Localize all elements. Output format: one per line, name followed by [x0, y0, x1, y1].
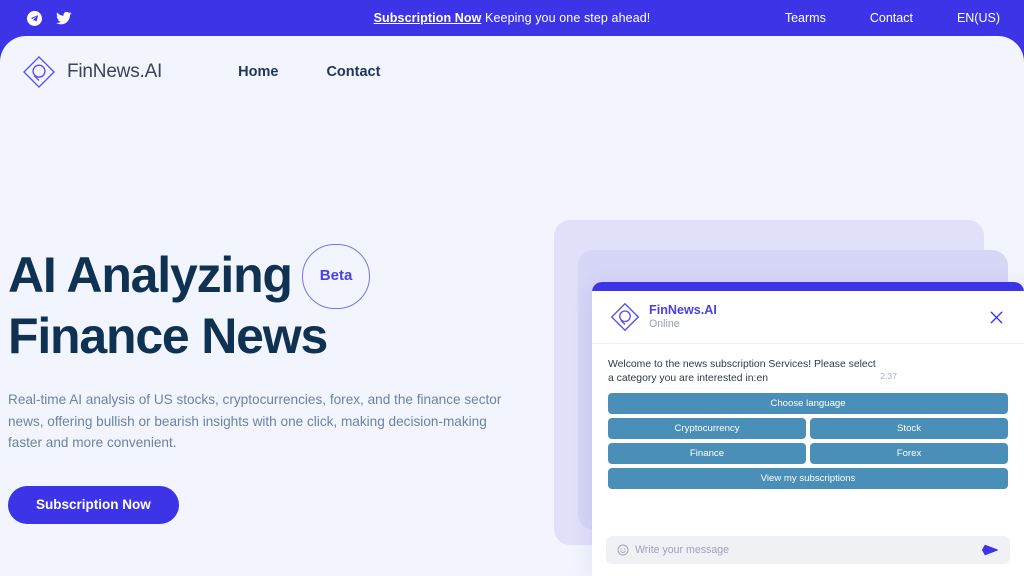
- emoji-icon[interactable]: [617, 544, 629, 556]
- quick-reply-buttons: Choose language Cryptocurrency Stock Fin…: [608, 393, 1008, 489]
- chat-header-info: FinNews.AI Online: [649, 303, 717, 332]
- chat-input-bar[interactable]: [606, 536, 1010, 564]
- twitter-icon[interactable]: [56, 10, 72, 26]
- beta-badge[interactable]: Beta: [301, 244, 371, 309]
- chat-agent-name: FinNews.AI: [649, 302, 717, 317]
- chat-footer: [592, 536, 1024, 576]
- topbar-link-contact[interactable]: Contact: [870, 11, 913, 25]
- telegram-icon[interactable]: [26, 10, 42, 26]
- nav-link-home[interactable]: Home: [238, 64, 278, 80]
- nav-links: Home Contact: [238, 64, 380, 80]
- announcement-bar-links: Tearms Contact EN(US): [785, 11, 1024, 25]
- send-icon[interactable]: [981, 543, 999, 557]
- quick-reply-row: View my subscriptions: [608, 468, 1008, 489]
- chat-logo-icon: [610, 302, 640, 332]
- hero-heading-line-1: AI Analyzing: [8, 247, 293, 303]
- hero-heading: AI Analyzing Beta Finance News: [8, 244, 528, 363]
- quick-reply-forex[interactable]: Forex: [810, 443, 1008, 464]
- chat-bot-message: Welcome to the news subscription Service…: [608, 359, 876, 384]
- hero-paragraph: Real-time AI analysis of US stocks, cryp…: [8, 392, 502, 450]
- site-navigation: FinNews.AI Home Contact: [0, 36, 1024, 108]
- quick-reply-view-my-subscriptions[interactable]: View my subscriptions: [608, 468, 1008, 489]
- quick-reply-finance[interactable]: Finance: [608, 443, 806, 464]
- chat-header: FinNews.AI Online: [592, 291, 1024, 344]
- finnews-diamond-logo-icon: [23, 56, 55, 88]
- quick-reply-row: Choose language: [608, 393, 1008, 414]
- chat-widget: FinNews.AI Online Welcome to the news su…: [592, 282, 1024, 576]
- quick-reply-row: Cryptocurrency Stock: [608, 418, 1008, 439]
- page-surface: FinNews.AI Home Contact AI Analyzing Beta…: [0, 36, 1024, 576]
- nav-link-contact[interactable]: Contact: [326, 64, 380, 80]
- quick-reply-cryptocurrency[interactable]: Cryptocurrency: [608, 418, 806, 439]
- chat-widget-stack: FinNews.AI Online Welcome to the news su…: [546, 212, 1024, 576]
- announcement-tagline: Keeping you one step ahead!: [481, 11, 651, 25]
- close-icon[interactable]: [986, 307, 1006, 327]
- topbar-link-terms[interactable]: Tearms: [785, 11, 826, 25]
- chat-accent-bar: [592, 282, 1024, 291]
- quick-reply-stock[interactable]: Stock: [810, 418, 1008, 439]
- quick-reply-choose-language[interactable]: Choose language: [608, 393, 1008, 414]
- announcement-bar: Subscription Now Keeping you one step ah…: [0, 0, 1024, 36]
- hero-section: AI Analyzing Beta Finance News Real-time …: [8, 244, 528, 524]
- chat-message-timestamp: 2:37: [880, 371, 897, 381]
- subscription-now-button[interactable]: Subscription Now: [8, 485, 179, 524]
- chat-message-input[interactable]: [635, 544, 975, 556]
- quick-reply-row: Finance Forex: [608, 443, 1008, 464]
- announcement-subscription-link[interactable]: Subscription Now: [374, 11, 482, 25]
- brand-logo[interactable]: FinNews.AI: [22, 55, 162, 89]
- chat-status-label: Online: [649, 318, 680, 331]
- chat-message-area: Welcome to the news subscription Service…: [592, 344, 1024, 536]
- hero-heading-line-2: Finance News: [8, 308, 328, 364]
- brand-name: FinNews.AI: [67, 61, 163, 82]
- language-selector[interactable]: EN(US): [957, 11, 1000, 25]
- social-links: [0, 10, 72, 26]
